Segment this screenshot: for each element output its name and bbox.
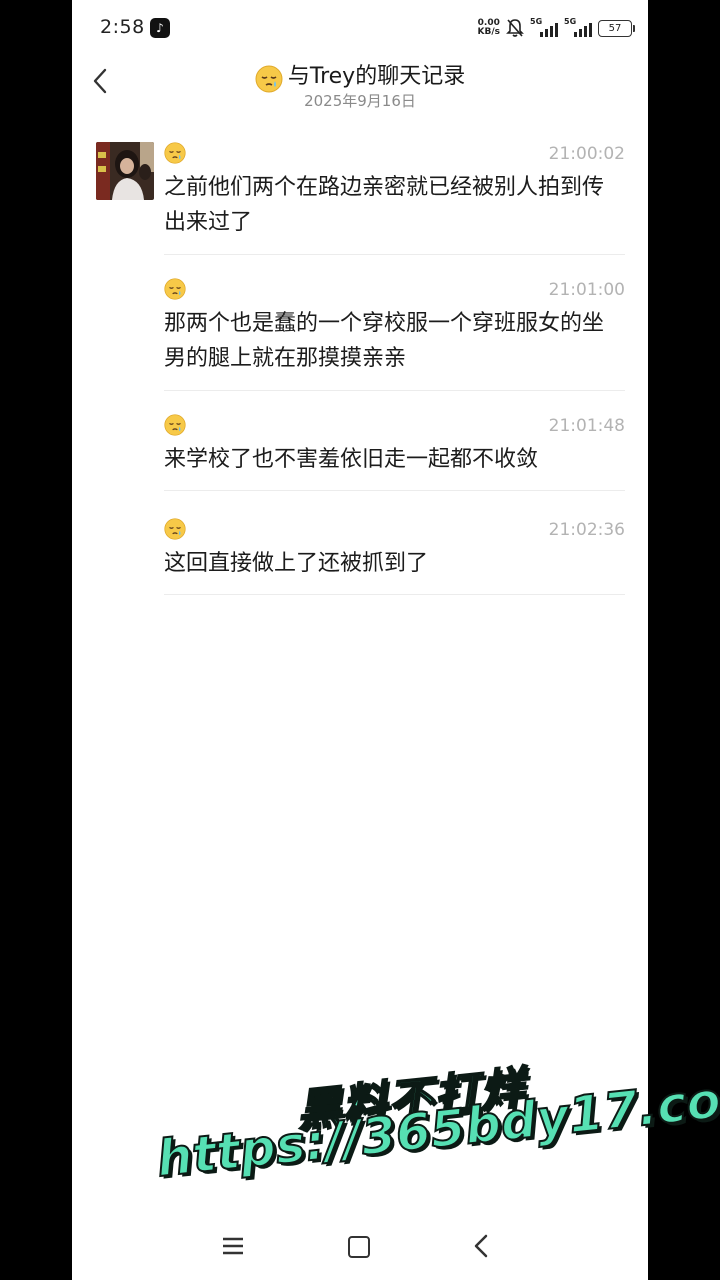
message-item: 21:02:36 这回直接做上了还被抓到了 (164, 516, 625, 595)
sleepy-face-icon (255, 65, 283, 92)
sleepy-face-icon (164, 142, 186, 164)
message-item: 21:00:02 之前他们两个在路边亲密就已经被别人拍到传出来过了 (164, 140, 625, 255)
net-speed: 0.00 KB/s (478, 19, 500, 37)
message-time: 21:01:48 (548, 416, 625, 436)
square-icon[interactable] (348, 1236, 370, 1258)
signal-2-label: 5G (564, 17, 577, 26)
status-bar: 2:58 ♪ 0.00 KB/s 5G 5G 57 (72, 0, 648, 56)
back-triangle-icon[interactable] (474, 1234, 488, 1258)
status-icons: 0.00 KB/s 5G 5G 57 (478, 16, 635, 40)
message-time: 21:00:02 (548, 144, 625, 164)
screen: 2:58 ♪ 0.00 KB/s 5G 5G 57 与Trey的聊天记录 202… (72, 0, 648, 1280)
tiktok-icon: ♪ (150, 18, 170, 38)
status-time: 2:58 (100, 16, 145, 38)
message-text: 来学校了也不害羞依旧走一起都不收敛 (164, 447, 539, 472)
avatar[interactable] (96, 142, 154, 200)
message-text: 那两个也是蠢的一个穿校服一个穿班服女的坐男的腿上就在那摸摸亲亲 (164, 311, 605, 371)
sleepy-face-icon (164, 414, 186, 436)
signal-1-label: 5G (530, 17, 543, 26)
system-nav-bar (72, 1216, 648, 1276)
sleepy-face-icon (164, 278, 186, 300)
title-row: 与Trey的聊天记录 (72, 58, 648, 93)
net-speed-unit: KB/s (477, 27, 500, 37)
sleepy-face-icon (164, 518, 186, 540)
signal-1: 5G (530, 17, 558, 37)
chat-date: 2025年9月16日 (304, 92, 416, 110)
bell-off-icon (506, 19, 524, 37)
signal-2: 5G (564, 17, 592, 37)
chat-title: 与Trey的聊天记录 (287, 64, 466, 89)
message-item: 21:01:48 来学校了也不害羞依旧走一起都不收敛 (164, 412, 625, 491)
menu-icon[interactable] (222, 1236, 244, 1256)
message-time: 21:01:00 (548, 280, 625, 300)
message-text: 这回直接做上了还被抓到了 (164, 551, 429, 576)
message-item: 21:01:00 那两个也是蠢的一个穿校服一个穿班服女的坐男的腿上就在那摸摸亲亲 (164, 276, 625, 391)
battery-indicator: 57 (598, 19, 635, 37)
chat-header: 与Trey的聊天记录 2025年9月16日 (72, 56, 648, 120)
message-text: 之前他们两个在路边亲密就已经被别人拍到传出来过了 (164, 175, 605, 235)
message-time: 21:02:36 (548, 520, 625, 540)
